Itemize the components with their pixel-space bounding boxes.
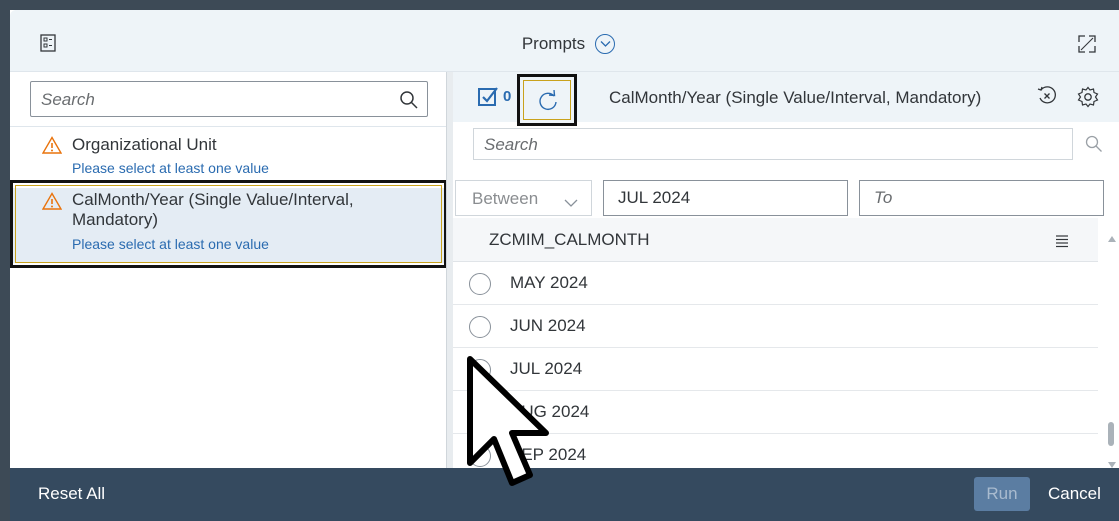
- chevron-down-icon: [564, 195, 578, 213]
- value-row-label: JUN 2024: [510, 316, 586, 335]
- gear-icon[interactable]: [1077, 86, 1099, 113]
- prompt-item-hint: Please select at least one value: [72, 160, 269, 176]
- radio-button[interactable]: [469, 316, 491, 338]
- operator-value: Between: [472, 189, 539, 208]
- warning-icon: [41, 136, 63, 154]
- fullscreen-icon[interactable]: [1077, 34, 1097, 54]
- search-icon[interactable]: [399, 90, 419, 115]
- divider: [10, 126, 446, 127]
- operator-select[interactable]: Between: [455, 180, 592, 216]
- from-value: JUL 2024: [618, 188, 691, 207]
- value-help-toolbar: 0 CalMonth/Year (Single Value/Interval, …: [453, 72, 1119, 126]
- column-header: ZCMIM_CALMONTH: [453, 218, 1098, 262]
- search-icon[interactable]: [1085, 135, 1103, 158]
- to-value-input[interactable]: To: [859, 180, 1104, 216]
- dialog-header: Prompts: [10, 10, 1119, 72]
- prompt-list-panel: Search Organizational Unit Please select…: [10, 72, 447, 468]
- from-value-input[interactable]: JUL 2024: [603, 180, 848, 216]
- column-menu-icon[interactable]: [1055, 234, 1069, 253]
- scrollbar-thumb[interactable]: [1108, 422, 1114, 446]
- to-placeholder: To: [874, 188, 893, 207]
- clear-selection-icon[interactable]: [1037, 86, 1057, 111]
- selection-highlight: [10, 180, 447, 268]
- dialog-title-text: Prompts: [521, 34, 586, 53]
- backdrop: [0, 0, 10, 521]
- prompts-dialog: Prompts Search Organizational Unit Pleas…: [10, 10, 1119, 521]
- mouse-cursor-icon: [464, 355, 560, 496]
- radio-button[interactable]: [469, 273, 491, 295]
- column-header-label: ZCMIM_CALMONTH: [489, 230, 650, 249]
- reset-all-button[interactable]: Reset All: [38, 484, 105, 504]
- cancel-button[interactable]: Cancel: [1048, 484, 1101, 504]
- scroll-up-icon[interactable]: [1107, 230, 1117, 248]
- value-row[interactable]: MAY 2024: [453, 262, 1098, 305]
- selected-count: 0: [503, 88, 512, 105]
- prompt-search-input[interactable]: Search: [30, 81, 428, 117]
- backdrop: [0, 0, 1119, 10]
- value-row-label: MAY 2024: [510, 273, 588, 292]
- run-button[interactable]: Run: [974, 477, 1030, 511]
- chevron-down-circle-icon[interactable]: [595, 34, 616, 54]
- refresh-button[interactable]: [517, 74, 577, 126]
- value-help-title: CalMonth/Year (Single Value/Interval, Ma…: [609, 88, 982, 107]
- refresh-icon: [539, 90, 557, 111]
- checkbox-selected-icon[interactable]: [477, 85, 499, 112]
- dialog-title: Prompts: [10, 34, 1119, 54]
- value-search-input[interactable]: Search: [473, 128, 1073, 160]
- value-row[interactable]: JUN 2024: [453, 305, 1098, 348]
- panel-splitter[interactable]: [446, 72, 453, 468]
- prompt-item-label: Organizational Unit: [72, 135, 217, 154]
- search-placeholder: Search: [41, 90, 95, 109]
- dialog-footer: Reset All Run Cancel: [10, 468, 1119, 521]
- search-placeholder: Search: [484, 135, 538, 154]
